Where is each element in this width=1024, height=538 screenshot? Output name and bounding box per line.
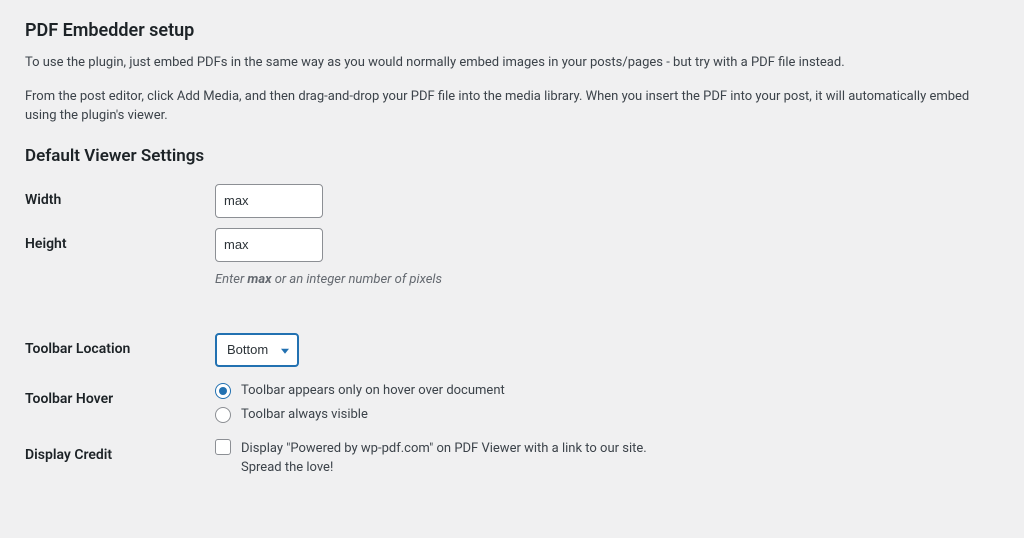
intro-text-1: To use the plugin, just embed PDFs in th… bbox=[25, 53, 985, 73]
toolbar-hover-option-onhover[interactable]: Toolbar appears only on hover over docum… bbox=[215, 383, 999, 399]
height-label: Height bbox=[25, 228, 215, 252]
toolbar-hover-radio-label-1: Toolbar appears only on hover over docum… bbox=[241, 383, 505, 398]
display-credit-label: Display Credit bbox=[25, 439, 215, 463]
display-credit-checkbox[interactable] bbox=[215, 439, 231, 455]
width-input[interactable] bbox=[215, 184, 323, 218]
display-credit-text: Display "Powered by wp-pdf.com" on PDF V… bbox=[241, 439, 651, 478]
intro-text-2: From the post editor, click Add Media, a… bbox=[25, 87, 985, 126]
page-title: PDF Embedder setup bbox=[25, 20, 999, 41]
height-input[interactable] bbox=[215, 228, 323, 262]
toolbar-location-select[interactable]: Bottom bbox=[215, 333, 299, 367]
height-hint: Enter max or an integer number of pixels bbox=[215, 272, 999, 287]
width-label: Width bbox=[25, 184, 215, 208]
toolbar-location-label: Toolbar Location bbox=[25, 333, 215, 357]
toolbar-hover-radio-onhover[interactable] bbox=[215, 383, 231, 399]
toolbar-hover-radio-label-2: Toolbar always visible bbox=[241, 407, 368, 422]
section-title: Default Viewer Settings bbox=[25, 146, 999, 166]
toolbar-hover-option-always[interactable]: Toolbar always visible bbox=[215, 407, 999, 423]
toolbar-hover-radio-always[interactable] bbox=[215, 407, 231, 423]
toolbar-hover-label: Toolbar Hover bbox=[25, 383, 215, 407]
